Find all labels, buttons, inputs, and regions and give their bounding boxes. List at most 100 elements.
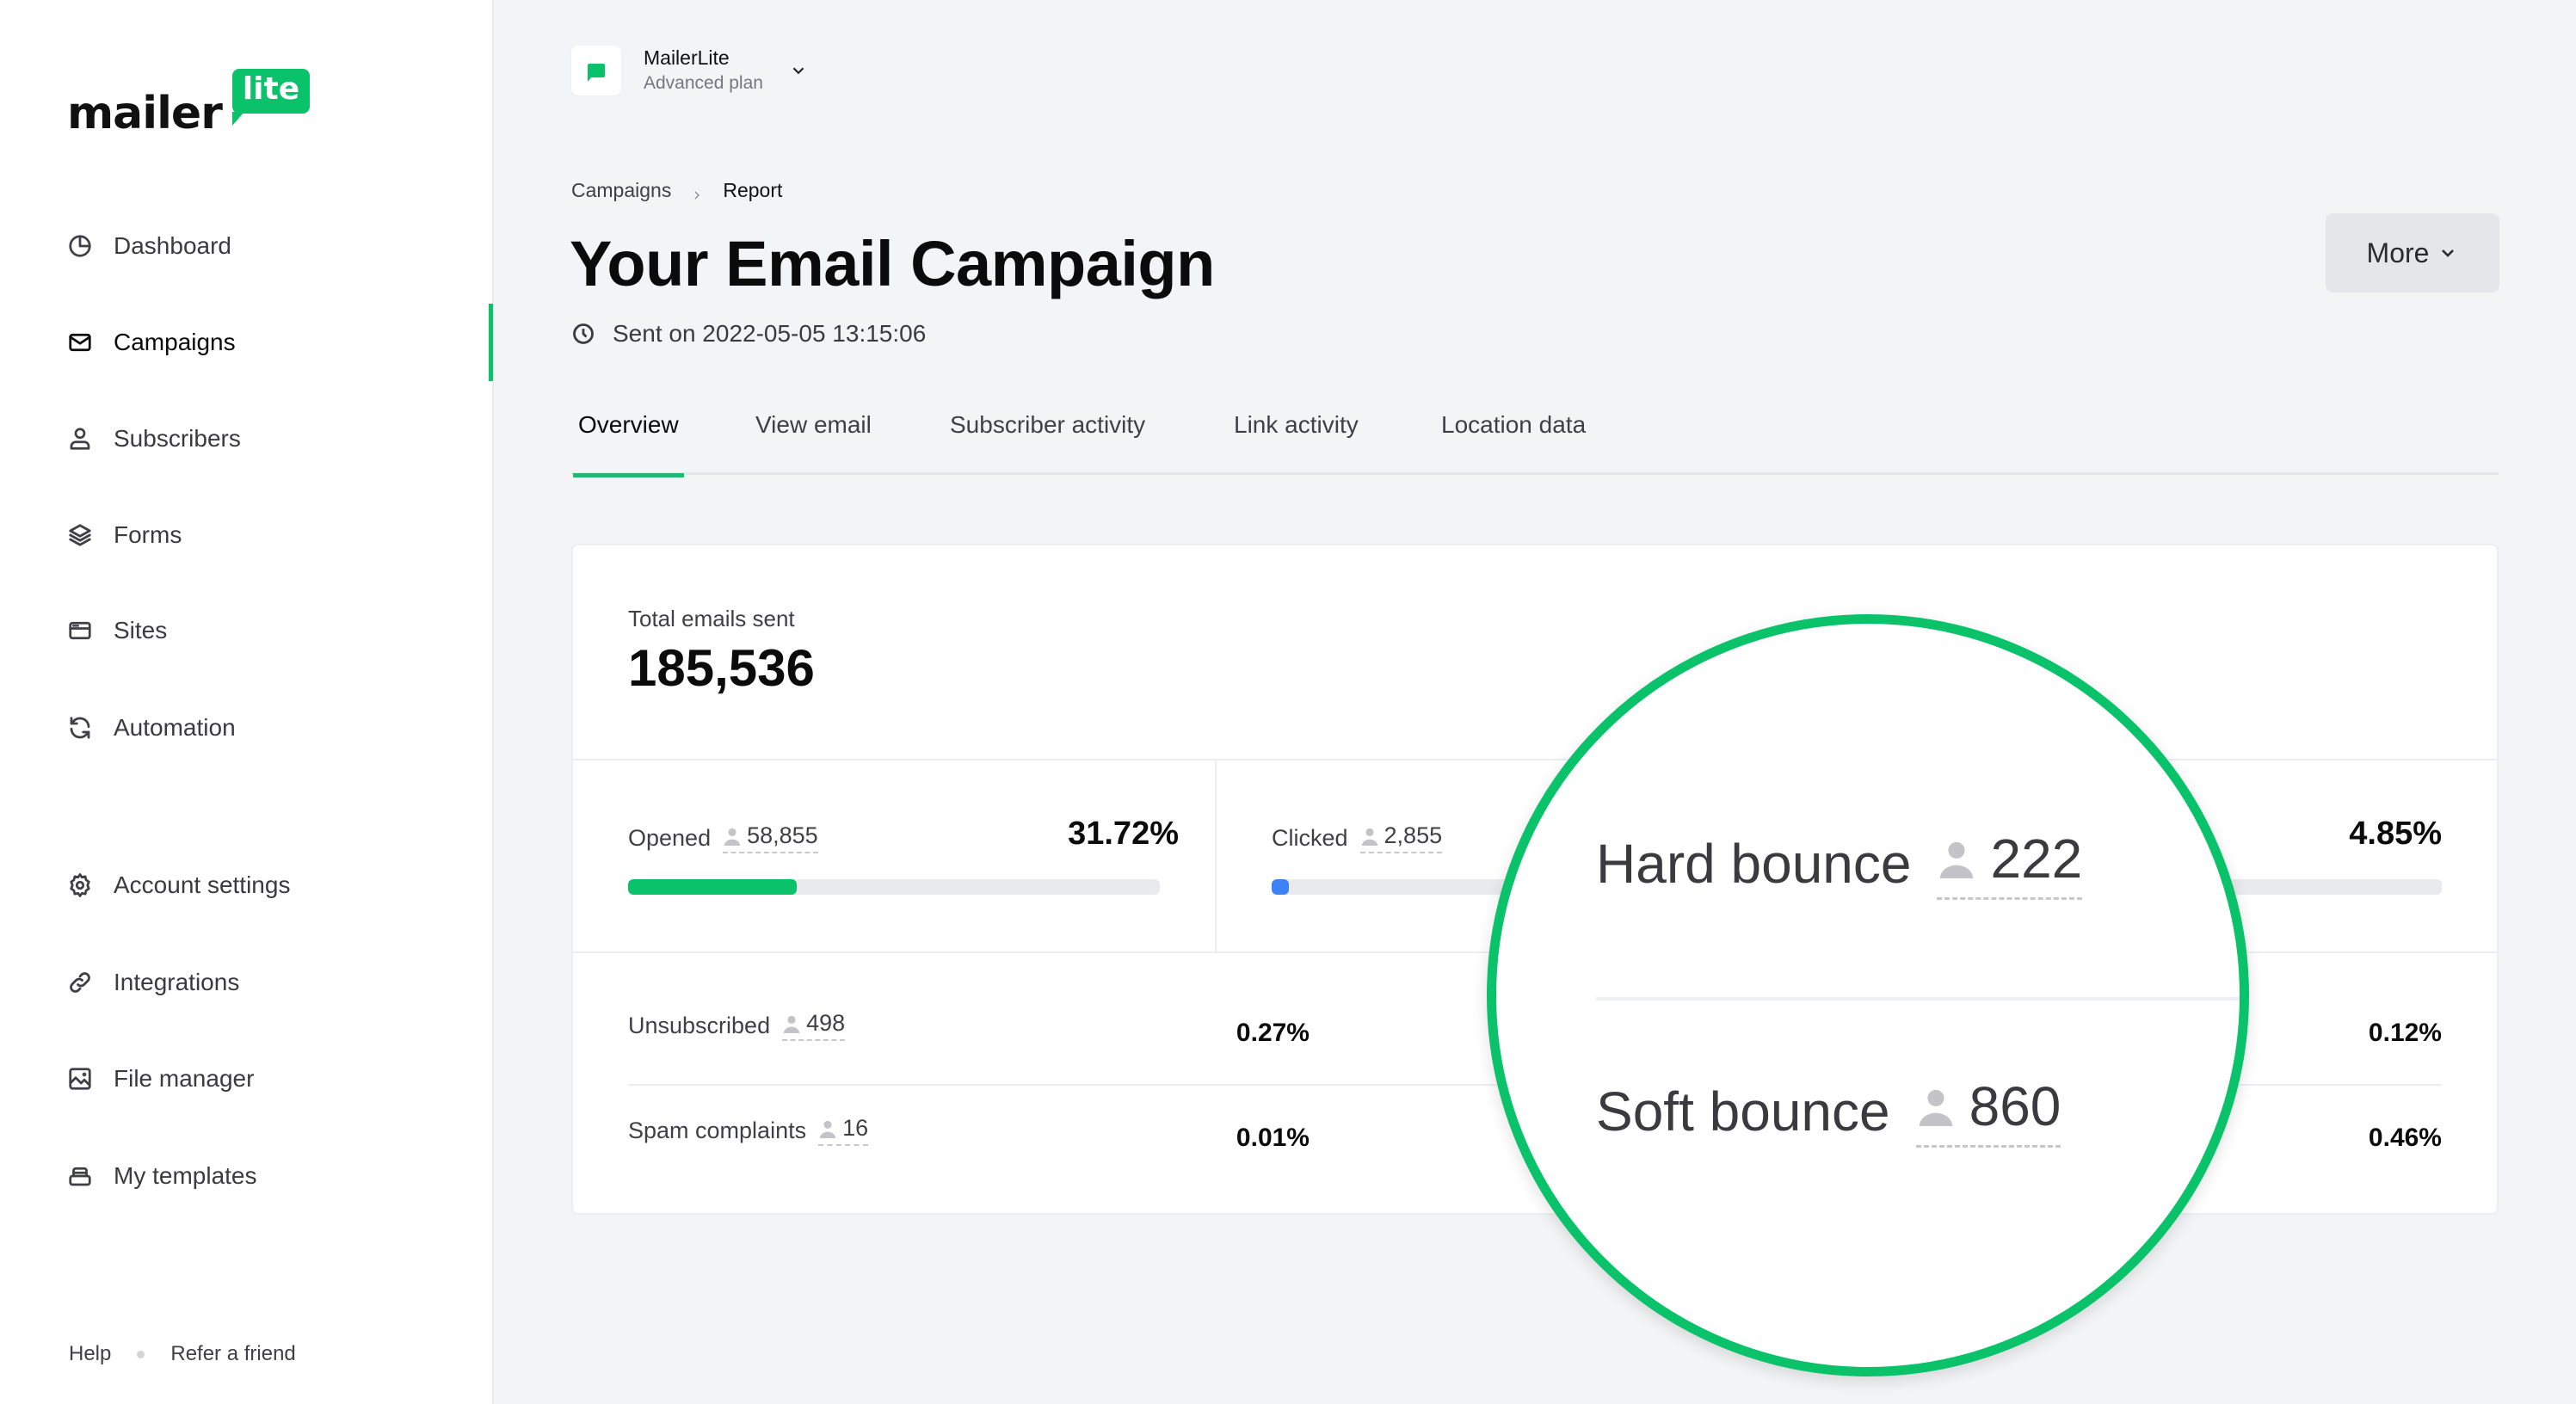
unsubscribed-count[interactable]: 498 (782, 1010, 846, 1041)
breadcrumb: Campaigns Report (571, 179, 782, 202)
image-icon (67, 1066, 93, 1092)
sidebar-item-file-manager[interactable]: File manager (67, 1053, 254, 1105)
user-icon (67, 426, 93, 452)
hard-bounce-count[interactable]: 222 (1937, 827, 2083, 900)
opened-count[interactable]: 58,855 (723, 822, 818, 853)
tab-overview[interactable]: Overview (573, 403, 684, 477)
account-name: MailerLite (644, 46, 730, 69)
chevron-down-icon (789, 61, 808, 80)
gear-icon (67, 872, 93, 898)
envelope-icon (67, 329, 93, 355)
mailerlite-logo[interactable]: mailer lite (67, 69, 311, 139)
hard-bounce-label: Hard bounce (1596, 832, 1912, 895)
sidebar-item-my-templates[interactable]: My templates (67, 1150, 257, 1202)
sent-on-text: Sent on 2022-05-05 13:15:06 (613, 320, 927, 347)
unsubscribed-stat: Unsubscribed 498 (628, 1010, 846, 1041)
sidebar-item-label: Account settings (114, 871, 291, 898)
separator-dot (137, 1350, 145, 1358)
opened-progress-bar (628, 879, 1160, 895)
chevron-right-icon (690, 184, 704, 199)
active-nav-indicator (489, 304, 493, 381)
templates-stack-icon (67, 1163, 93, 1189)
sidebar-item-label: Dashboard (114, 232, 231, 259)
clicked-progress-fill (1272, 879, 1290, 895)
chevron-down-icon (2442, 249, 2455, 257)
sidebar-item-campaigns[interactable]: Campaigns (67, 317, 236, 368)
sidebar-item-automation[interactable]: Automation (67, 702, 236, 754)
sidebar-item-label: Sites (114, 617, 168, 644)
soft-bounce-percent: 0.46% (2368, 1124, 2442, 1152)
tab-location-data[interactable]: Location data (1441, 403, 1586, 475)
person-icon (1940, 841, 1974, 878)
help-link[interactable]: Help (69, 1342, 111, 1366)
account-avatar (571, 46, 621, 95)
sidebar-item-subscribers[interactable]: Subscribers (67, 413, 241, 465)
breadcrumb-current: Report (723, 179, 783, 201)
clicked-stat: Clicked 2,855 (1272, 822, 1443, 853)
sidebar-item-label: File manager (114, 1065, 255, 1092)
clicked-label: Clicked (1272, 824, 1348, 851)
person-icon (1361, 828, 1377, 846)
divider (1596, 997, 2240, 1001)
sent-timestamp: Sent on 2022-05-05 13:15:06 (571, 320, 926, 348)
sidebar-item-forms[interactable]: Forms (67, 509, 182, 561)
person-icon (819, 1120, 836, 1138)
refer-a-friend-link[interactable]: Refer a friend (170, 1342, 295, 1366)
account-plan: Advanced plan (644, 73, 763, 93)
report-tabs: Overview View email Subscriber activity … (571, 403, 2499, 477)
unsubscribed-label: Unsubscribed (628, 1012, 771, 1038)
browser-window-icon (67, 618, 93, 644)
total-emails-label: Total emails sent (628, 606, 795, 631)
sidebar-item-label: Automation (114, 714, 236, 741)
spam-count[interactable]: 16 (818, 1115, 869, 1146)
soft-bounce-count[interactable]: 860 (1915, 1075, 2061, 1148)
unsubscribed-percent: 0.27% (1236, 1019, 1310, 1047)
sidebar-item-label: Subscribers (114, 425, 241, 452)
soft-bounce-stat: Soft bounce 860 (1596, 1075, 2061, 1148)
tab-link-activity[interactable]: Link activity (1234, 403, 1359, 475)
third-metric-percent: 4.85% (2349, 816, 2442, 852)
sidebar-item-dashboard[interactable]: Dashboard (67, 220, 231, 272)
magnifier-callout: Hard bounce 222 Soft bounce 860 (1487, 614, 2249, 1376)
sidebar-item-label: My templates (114, 1162, 257, 1189)
opened-stat: Opened 58,855 (628, 822, 818, 853)
page-title: Your Email Campaign (570, 228, 1215, 299)
opened-percent: 31.72% (1068, 816, 1179, 852)
sidebar-item-sites[interactable]: Sites (67, 605, 167, 656)
logo-wordmark: mailer (67, 88, 223, 139)
more-label: More (2366, 237, 2430, 268)
logo-badge: lite (231, 69, 311, 126)
more-button[interactable]: More (2326, 213, 2499, 292)
hard-bounce-stat: Hard bounce 222 (1596, 827, 2083, 900)
opened-progress-fill (628, 879, 798, 895)
clock-icon (573, 323, 594, 344)
account-switcher[interactable]: MailerLite Advanced plan (571, 45, 808, 96)
tab-subscriber-activity[interactable]: Subscriber activity (950, 403, 1145, 475)
layers-icon (67, 522, 93, 548)
opened-label: Opened (628, 824, 712, 851)
tab-view-email[interactable]: View email (755, 403, 872, 475)
person-icon (724, 828, 741, 846)
clicked-count[interactable]: 2,855 (1359, 822, 1443, 853)
soft-bounce-label: Soft bounce (1596, 1080, 1890, 1142)
sidebar-item-account-settings[interactable]: Account settings (67, 859, 290, 911)
person-icon (783, 1015, 800, 1033)
chat-bubble-icon (588, 64, 605, 82)
breadcrumb-campaigns[interactable]: Campaigns (571, 179, 671, 202)
link-icon (67, 970, 93, 995)
divider (573, 759, 2497, 760)
pie-chart-icon (67, 233, 93, 259)
spam-label: Spam complaints (628, 1117, 807, 1143)
sidebar: mailer lite Dashboard Campaigns Subscrib… (0, 0, 494, 1404)
sidebar-item-label: Campaigns (114, 329, 236, 355)
sidebar-item-label: Integrations (114, 969, 240, 995)
person-icon (1919, 1089, 1952, 1126)
sidebar-item-integrations[interactable]: Integrations (67, 957, 239, 1008)
total-emails-value: 185,536 (628, 639, 815, 697)
sidebar-footer: Help Refer a friend (69, 1342, 296, 1366)
spam-stat: Spam complaints 16 (628, 1115, 869, 1146)
refresh-icon (67, 715, 93, 741)
hard-bounce-percent: 0.12% (2368, 1019, 2442, 1047)
spam-percent: 0.01% (1236, 1124, 1310, 1152)
sidebar-item-label: Forms (114, 521, 182, 548)
